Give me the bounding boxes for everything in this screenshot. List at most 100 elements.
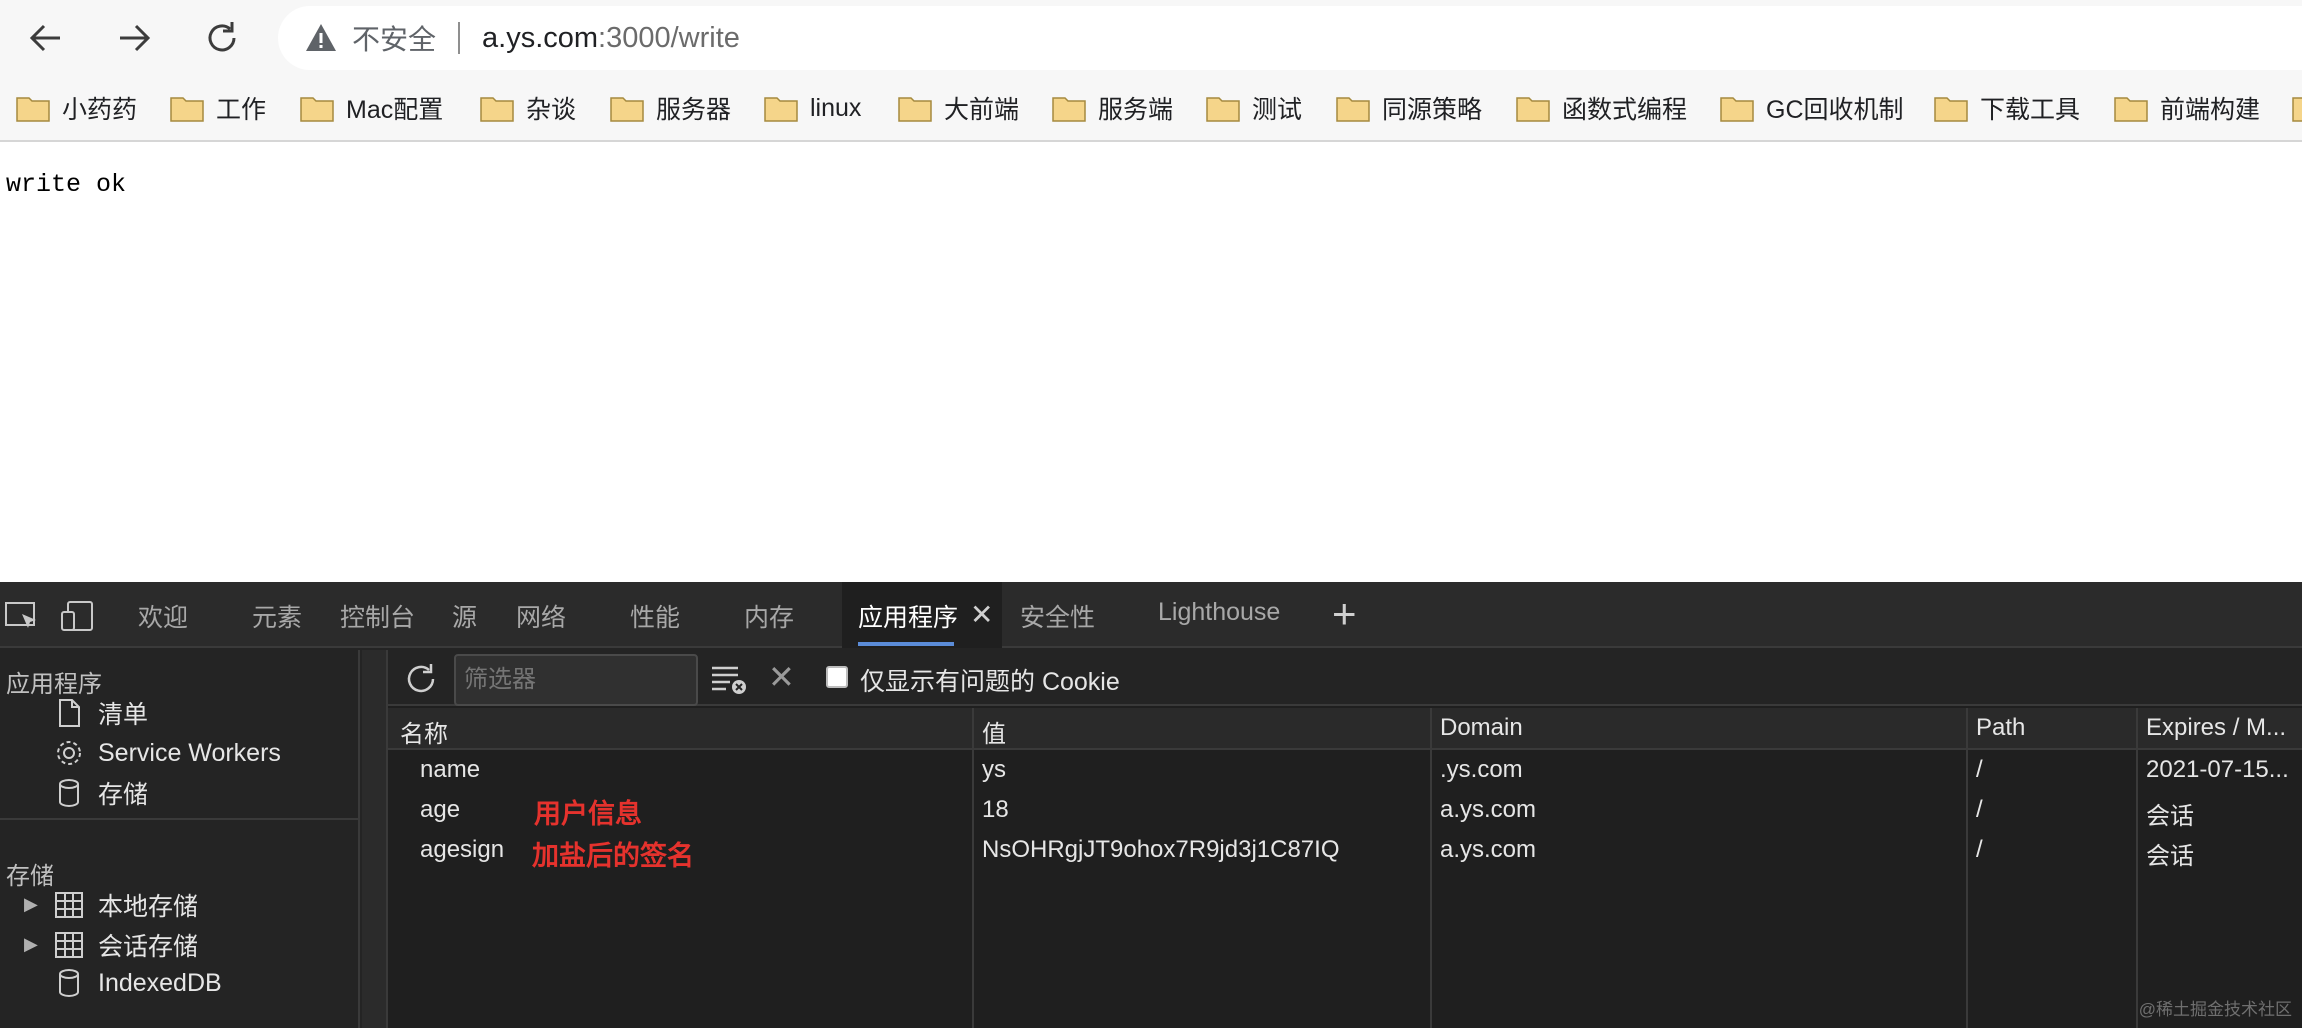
folder-icon: [1516, 97, 1550, 122]
clear-all-cookies-icon[interactable]: [710, 662, 748, 696]
bookmark-folder-overflow[interactable]: [2292, 88, 2302, 128]
inspect-element-icon[interactable]: [4, 600, 40, 632]
sidebar-item-service-workers[interactable]: Service Workers: [54, 736, 281, 770]
tab-console[interactable]: 控制台: [340, 598, 415, 634]
cookie-name-cell[interactable]: agesign: [420, 836, 504, 864]
tab-performance[interactable]: 性能: [630, 598, 680, 634]
cookie-domain-cell[interactable]: a.ys.com: [1440, 836, 1536, 864]
folder-icon: [2292, 97, 2302, 122]
sidebar-item-session-storage[interactable]: 会话存储: [54, 928, 198, 962]
sidebar-item-indexeddb[interactable]: IndexedDB: [54, 966, 222, 1000]
tab-memory[interactable]: 内存: [744, 598, 794, 634]
bookmark-folder[interactable]: 同源策略: [1336, 88, 1482, 128]
column-header-path[interactable]: Path: [1976, 714, 2025, 742]
tab-sources[interactable]: 源: [452, 598, 477, 634]
sidebar-item-label: IndexedDB: [98, 968, 222, 997]
sidebar-item-label: Service Workers: [98, 738, 281, 767]
sidebar-item-local-storage[interactable]: 本地存储: [54, 888, 198, 922]
devtools-panel: 欢迎 元素 控制台 源 网络 性能 内存 应用程序 ✕ 安全性 Lighthou…: [0, 582, 2302, 1028]
reload-icon: [208, 22, 236, 52]
tab-network[interactable]: 网络: [516, 598, 566, 634]
bookmark-folder[interactable]: 下载工具: [1934, 88, 2080, 128]
bookmark-folder[interactable]: Mac配置: [300, 88, 443, 128]
sidebar-item-manifest[interactable]: 清单: [54, 696, 148, 730]
cookie-domain-cell[interactable]: a.ys.com: [1440, 796, 1536, 824]
security-label[interactable]: 不安全: [352, 18, 436, 58]
column-divider[interactable]: [972, 708, 974, 1028]
column-divider[interactable]: [1430, 708, 1432, 1028]
column-header-domain[interactable]: Domain: [1440, 714, 1523, 742]
bookmark-folder[interactable]: 服务端: [1052, 88, 1173, 128]
tab-elements[interactable]: 元素: [252, 598, 302, 634]
column-header-value[interactable]: 值: [982, 714, 1006, 749]
folder-icon: [764, 97, 798, 122]
cookie-value-cell[interactable]: NsOHRgjJT9ohox7R9jd3j1C87IQ: [982, 836, 1340, 864]
device-toolbar-icon[interactable]: [60, 600, 96, 632]
cookie-expires-cell[interactable]: 会话: [2146, 836, 2194, 871]
cookie-name-cell[interactable]: age: [420, 796, 460, 824]
expand-arrow-icon[interactable]: ▶: [24, 894, 38, 915]
bookmark-folder[interactable]: 大前端: [898, 88, 1019, 128]
annotation-user-info: 用户信息: [534, 799, 642, 829]
bookmark-label: 下载工具: [1980, 96, 2081, 124]
bookmark-folder[interactable]: 小药药: [16, 88, 137, 128]
bookmark-label: 函数式编程: [1562, 96, 1688, 124]
add-tab-icon[interactable]: +: [1332, 590, 1357, 638]
cookie-path-cell[interactable]: /: [1976, 836, 1983, 864]
panel-splitter[interactable]: [362, 650, 388, 1028]
delete-selected-icon[interactable]: ✕: [768, 658, 795, 696]
sidebar-heading-application: 应用程序: [6, 671, 102, 698]
reload-button[interactable]: [194, 10, 250, 66]
close-tab-icon[interactable]: ✕: [970, 598, 993, 631]
url-host: a.ys.com: [482, 21, 599, 54]
bookmark-label: linux: [810, 93, 862, 122]
cookie-value-cell[interactable]: 18: [982, 796, 1009, 824]
expand-arrow-icon[interactable]: ▶: [24, 934, 38, 955]
filter-input[interactable]: [454, 654, 698, 706]
folder-icon: [1720, 97, 1754, 122]
sidebar-item-label: 本地存储: [98, 893, 199, 921]
back-button[interactable]: [18, 10, 74, 66]
database-icon: [59, 969, 79, 998]
column-divider[interactable]: [2136, 708, 2138, 1028]
bookmark-label: GC回收机制: [1766, 96, 1904, 124]
cookie-expires-cell[interactable]: 2021-07-15...: [2146, 756, 2289, 784]
annotation-salted-signature: 加盐后的签名: [532, 841, 694, 871]
bookmark-folder[interactable]: 测试: [1206, 88, 1302, 128]
cookie-name-cell[interactable]: name: [420, 756, 480, 784]
refresh-icon[interactable]: [402, 660, 440, 698]
only-issues-checkbox[interactable]: [826, 666, 848, 688]
tab-security[interactable]: 安全性: [1020, 598, 1095, 634]
cookie-value-cell[interactable]: ys: [982, 756, 1006, 784]
bookmark-folder[interactable]: linux: [764, 88, 861, 128]
tab-lighthouse[interactable]: Lighthouse: [1158, 598, 1280, 627]
bookmark-folder[interactable]: GC回收机制: [1720, 88, 1904, 128]
watermark: @稀土掘金技术社区: [2138, 1000, 2292, 1019]
cookie-expires-cell[interactable]: 会话: [2146, 796, 2194, 831]
cookie-path-cell[interactable]: /: [1976, 756, 1983, 784]
bookmark-folder[interactable]: 服务器: [610, 88, 731, 128]
bookmark-folder[interactable]: 工作: [170, 88, 266, 128]
bookmark-folder[interactable]: 杂谈: [480, 88, 576, 128]
column-header-name[interactable]: 名称: [400, 714, 448, 749]
bookmark-label: 前端构建: [2160, 96, 2261, 124]
cookie-domain-cell[interactable]: .ys.com: [1440, 756, 1523, 784]
sidebar-item-storage[interactable]: 存储: [54, 776, 148, 810]
cookie-path-cell[interactable]: /: [1976, 796, 1983, 824]
bookmark-folder[interactable]: 函数式编程: [1516, 88, 1687, 128]
column-header-expires[interactable]: Expires / M...: [2146, 714, 2286, 742]
bookmark-label: Mac配置: [346, 96, 444, 124]
column-divider[interactable]: [1966, 708, 1968, 1028]
forward-button[interactable]: [106, 10, 162, 66]
only-issues-label: 仅显示有问题的 Cookie: [860, 668, 1120, 696]
folder-icon: [300, 97, 334, 122]
folder-icon: [16, 97, 50, 122]
devtools-tab-bar: 欢迎 元素 控制台 源 网络 性能 内存 应用程序 ✕ 安全性 Lighthou…: [0, 582, 2302, 648]
tab-application[interactable]: 应用程序: [858, 598, 958, 634]
cookies-table: 名称 值 Domain Path Expires / M... name ys …: [388, 708, 2302, 1028]
bookmark-folder[interactable]: 前端构建: [2114, 88, 2260, 128]
folder-icon: [2114, 97, 2148, 122]
tab-welcome[interactable]: 欢迎: [138, 598, 188, 634]
address-bar[interactable]: 不安全 a.ys.com:3000/write: [278, 6, 2302, 70]
folder-icon: [1052, 97, 1086, 122]
